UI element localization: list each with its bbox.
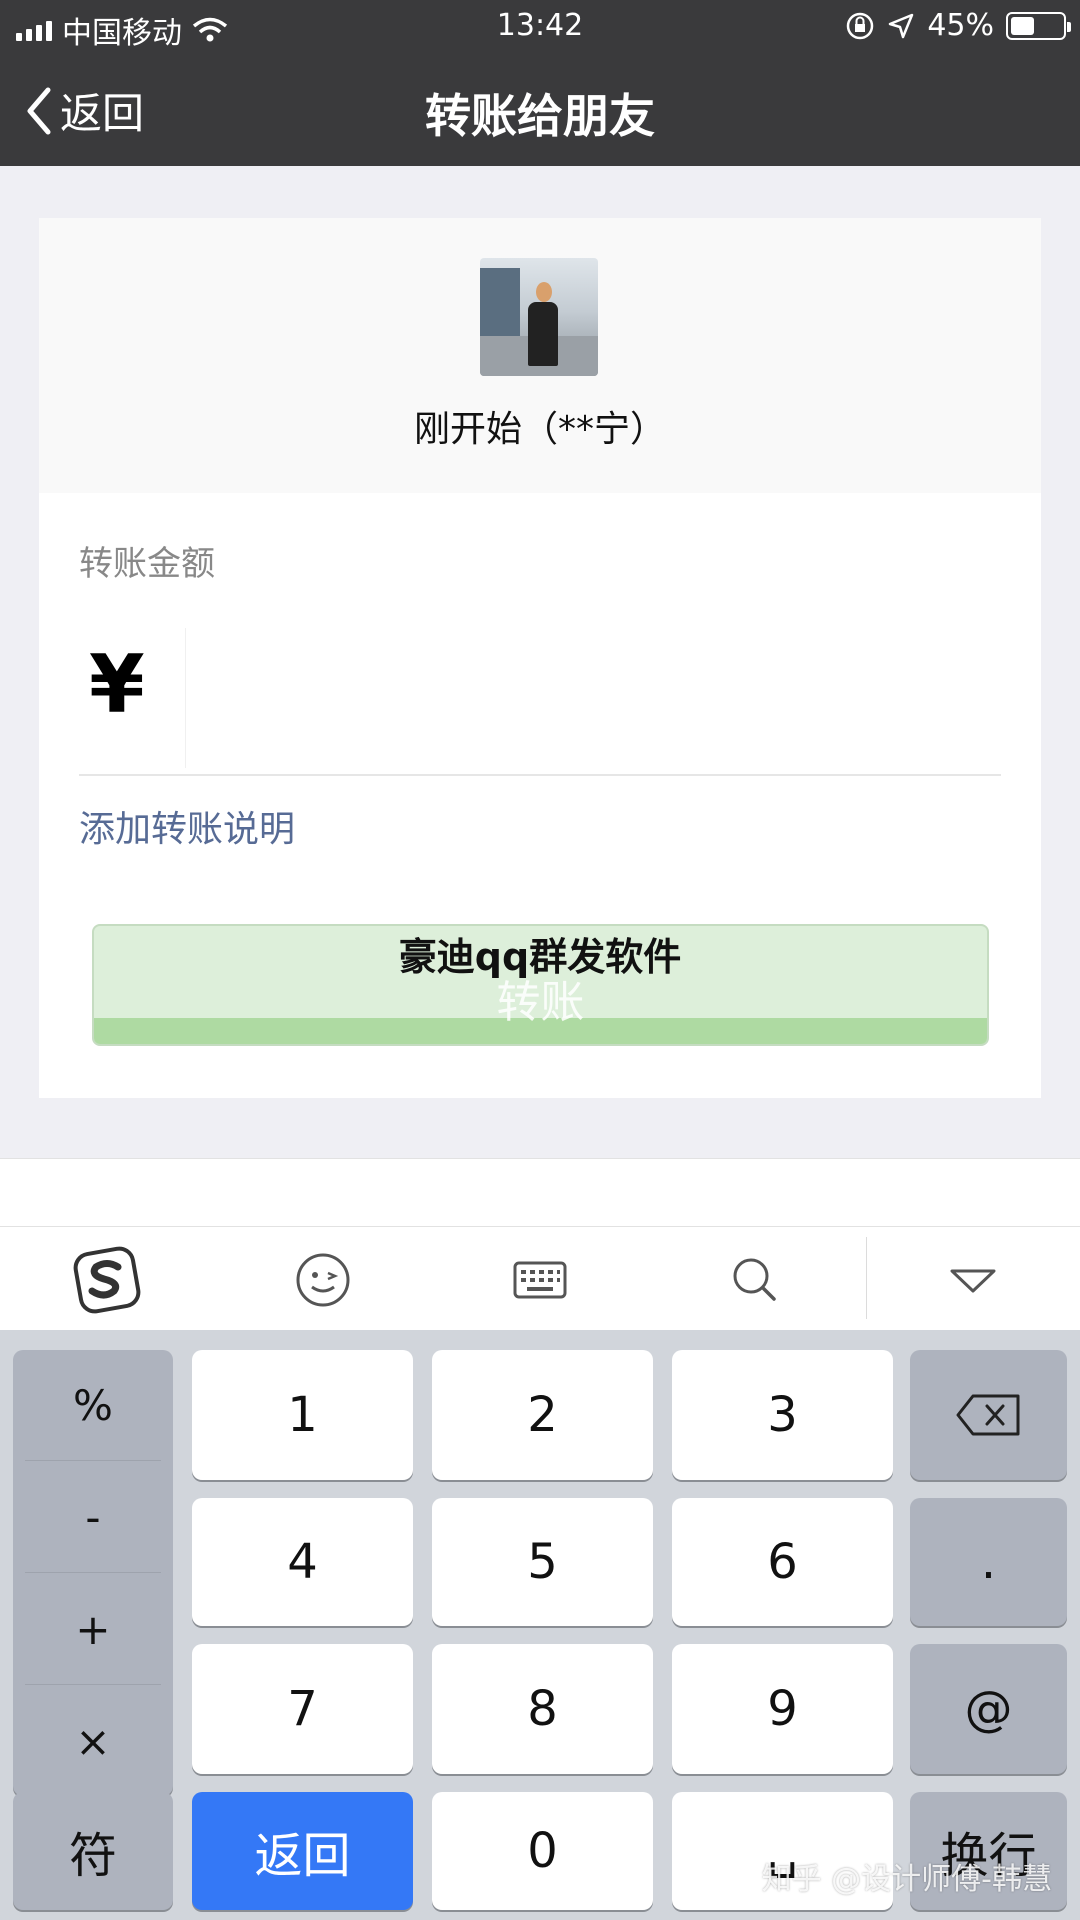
symbol-column: % - + × (13, 1350, 173, 1796)
orientation-lock-icon (847, 12, 874, 39)
sogou-logo-icon[interactable] (72, 1245, 142, 1315)
amount-label: 转账金额 (79, 544, 215, 584)
amount-underline (79, 774, 1001, 776)
recipient-block: 刚开始（**宁） (39, 218, 1041, 493)
key-7[interactable]: 7 (192, 1644, 413, 1774)
key-9[interactable]: 9 (672, 1644, 893, 1774)
add-note-link[interactable]: 添加转账说明 (79, 800, 295, 852)
watermark-text: 知乎 @设计师傅-韩慧 (761, 1862, 1052, 1897)
key-2[interactable]: 2 (432, 1350, 653, 1480)
key-5[interactable]: 5 (432, 1498, 653, 1626)
amount-input[interactable] (199, 638, 979, 748)
toolbar-divider (866, 1237, 867, 1319)
emoji-icon[interactable] (288, 1245, 358, 1315)
recipient-avatar[interactable] (480, 258, 598, 376)
recipient-name: 刚开始（**宁） (413, 409, 666, 450)
key-at[interactable]: @ (910, 1644, 1067, 1774)
currency-symbol: ¥ (89, 638, 145, 731)
numeric-keyboard: % - + × 1 2 3 4 5 6 . 7 8 9 @ 符 返回 0 ␣ 换… (0, 1330, 1080, 1920)
symbols-key[interactable]: 符 (13, 1792, 173, 1910)
chevron-left-icon (27, 87, 51, 134)
backspace-key[interactable] (910, 1350, 1067, 1480)
back-button[interactable]: 返回 (24, 80, 144, 141)
key-dot[interactable]: . (910, 1498, 1067, 1626)
input-accessory-strip (0, 1158, 1080, 1226)
page-title: 转账给朋友 (425, 89, 655, 143)
key-minus[interactable]: - (13, 1462, 173, 1572)
key-plus[interactable]: + (13, 1574, 173, 1684)
back-label: 返回 (60, 89, 145, 138)
status-bar: 中国移动 13:42 45% (0, 0, 1080, 52)
amount-divider (185, 628, 186, 768)
key-percent[interactable]: % (13, 1350, 173, 1460)
key-0[interactable]: 0 (432, 1792, 653, 1910)
key-multiply[interactable]: × (13, 1686, 173, 1796)
keyboard-icon[interactable] (505, 1245, 575, 1315)
key-4[interactable]: 4 (192, 1498, 413, 1626)
key-1[interactable]: 1 (192, 1350, 413, 1480)
key-3[interactable]: 3 (672, 1350, 893, 1480)
keyboard-toolbar (0, 1226, 1080, 1330)
transfer-card: 刚开始（**宁） 转账金额 ¥ 添加转账说明 转账 豪迪qq群发软件 (39, 218, 1041, 1098)
status-time: 13:42 (496, 8, 584, 43)
key-8[interactable]: 8 (432, 1644, 653, 1774)
return-key[interactable]: 返回 (192, 1792, 413, 1910)
key-6[interactable]: 6 (672, 1498, 893, 1626)
battery-icon (1006, 11, 1071, 40)
battery-percent: 45% (927, 8, 994, 43)
location-arrow-icon (889, 13, 914, 38)
navigation-bar: 返回 转账给朋友 (0, 52, 1080, 166)
search-icon[interactable] (720, 1245, 790, 1315)
collapse-keyboard-icon[interactable] (938, 1245, 1008, 1315)
backspace-icon (956, 1394, 1019, 1436)
overlay-text: 豪迪qq群发软件 (398, 935, 682, 979)
